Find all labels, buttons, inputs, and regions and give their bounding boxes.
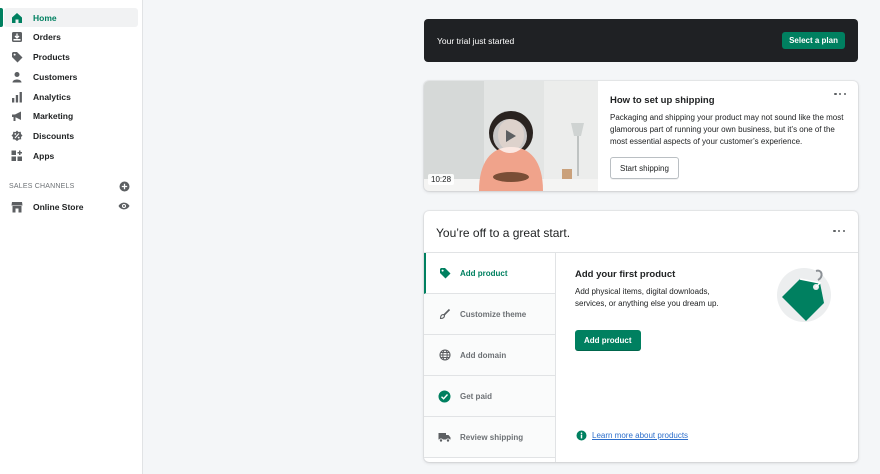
add-sales-channel-icon[interactable] — [119, 181, 130, 192]
info-icon — [576, 430, 587, 441]
learn-more-text: Learn more about products — [592, 431, 689, 440]
video-thumbnail[interactable]: 10:28 — [424, 81, 598, 191]
tag-icon — [11, 51, 23, 63]
sidebar-item-customers[interactable]: Customers — [4, 67, 138, 86]
sidebar-item-label: Discounts — [33, 130, 75, 141]
home-icon — [11, 12, 23, 24]
more-actions-icon[interactable] — [834, 92, 846, 96]
store-icon — [11, 201, 23, 213]
sidebar-item-label: Online Store — [33, 201, 84, 212]
setup-guide-card: You’re off to a great start. Add product… — [424, 211, 858, 462]
shipping-video-card: 10:28 How to set up shipping Packaging a… — [424, 81, 858, 191]
sidebar-item-analytics[interactable]: Analytics — [4, 87, 138, 106]
play-icon — [506, 130, 516, 142]
tab-add-product[interactable]: Add product — [424, 253, 555, 294]
add-product-button[interactable]: Add product — [575, 330, 641, 351]
brush-icon — [438, 308, 451, 321]
sidebar-item-home[interactable]: Home — [4, 8, 138, 27]
trial-banner: Your trial just started Select a plan — [424, 19, 858, 62]
sidebar-item-apps[interactable]: Apps — [4, 146, 138, 165]
setup-tabs: Add product Customize theme Add domain G… — [424, 253, 556, 462]
sidebar-item-label: Orders — [33, 31, 61, 42]
discount-icon — [11, 130, 23, 142]
truck-icon — [438, 431, 451, 444]
tag-icon — [438, 267, 451, 280]
megaphone-icon — [11, 110, 23, 122]
sidebar-item-marketing[interactable]: Marketing — [4, 106, 138, 125]
tab-label: Add domain — [460, 350, 507, 360]
tab-label: Customize theme — [460, 309, 527, 319]
tab-label: Add product — [460, 268, 508, 278]
sidebar-item-products[interactable]: Products — [4, 47, 138, 66]
sidebar-item-discounts[interactable]: Discounts — [4, 126, 138, 145]
check-circle-icon — [438, 390, 451, 403]
play-button[interactable] — [493, 119, 527, 153]
tab-review-shipping[interactable]: Review shipping — [424, 417, 555, 458]
orders-icon — [11, 31, 23, 43]
tab-get-paid[interactable]: Get paid — [424, 376, 555, 417]
bar-chart-icon — [11, 91, 23, 103]
sidebar: Home Orders Products Customers Analytics… — [0, 0, 143, 474]
sidebar-item-label: Home — [33, 12, 57, 23]
setup-title: You’re off to a great start. — [436, 226, 571, 240]
more-actions-icon[interactable] — [833, 229, 845, 233]
sales-channels-heading: SALES CHANNELS — [9, 183, 75, 190]
apps-icon — [11, 150, 23, 162]
video-title: How to set up shipping — [610, 95, 715, 106]
sidebar-item-label: Marketing — [33, 110, 74, 121]
tab-label: Review shipping — [460, 432, 524, 442]
start-shipping-button[interactable]: Start shipping — [610, 157, 679, 179]
video-duration: 10:28 — [428, 174, 455, 185]
trial-text: Your trial just started — [437, 35, 515, 46]
panel-title: Add your first product — [575, 269, 676, 280]
globe-icon — [438, 349, 451, 362]
person-icon — [11, 71, 23, 83]
tab-customize-theme[interactable]: Customize theme — [424, 294, 555, 335]
sidebar-item-label: Customers — [33, 71, 78, 82]
eye-icon[interactable] — [118, 201, 130, 211]
active-indicator — [0, 8, 3, 27]
sidebar-item-label: Products — [33, 51, 70, 62]
tab-add-domain[interactable]: Add domain — [424, 335, 555, 376]
panel-description: Add physical items, digital downloads, s… — [575, 287, 719, 308]
video-description: Packaging and shipping your product may … — [610, 113, 844, 146]
tab-label: Get paid — [460, 391, 493, 401]
sidebar-item-label: Apps — [33, 150, 55, 161]
product-tag-illustration — [770, 263, 832, 325]
select-plan-button[interactable]: Select a plan — [782, 32, 845, 49]
learn-more-link[interactable]: Learn more about products — [576, 430, 688, 441]
sidebar-item-label: Analytics — [33, 91, 71, 102]
sidebar-item-orders[interactable]: Orders — [4, 27, 138, 46]
